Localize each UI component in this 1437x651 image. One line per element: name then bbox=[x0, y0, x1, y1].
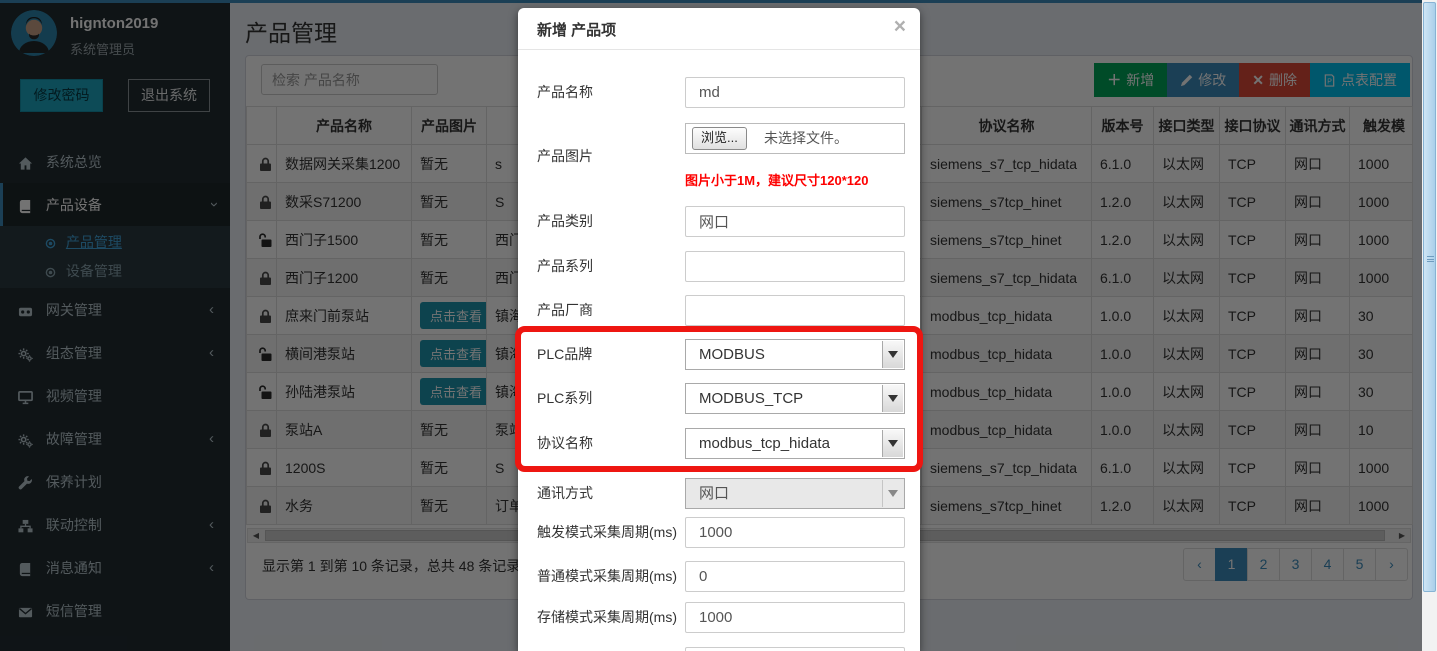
field-label: 触发模式采集周期(ms) bbox=[537, 517, 677, 548]
product-series-input[interactable] bbox=[685, 251, 905, 282]
field-label: 普通模式采集周期(ms) bbox=[537, 561, 677, 592]
scrollbar-grip-icon bbox=[1427, 256, 1434, 262]
dropdown-arrow-icon[interactable] bbox=[882, 480, 903, 507]
vertical-scrollbar[interactable] bbox=[1422, 0, 1437, 651]
comm-mode-select: 网口 bbox=[685, 478, 905, 509]
browse-button[interactable]: 浏览... bbox=[692, 127, 747, 150]
field-label: 产品图片 bbox=[537, 141, 593, 172]
field-label: 存储模式采集周期(ms) bbox=[537, 602, 677, 633]
normal-period-input[interactable] bbox=[685, 561, 905, 592]
product-name-input[interactable] bbox=[685, 77, 905, 108]
file-status-text: 未选择文件。 bbox=[764, 124, 848, 153]
product-image-file-input: 浏览... 未选择文件。 bbox=[685, 123, 905, 154]
trigger-period-input[interactable] bbox=[685, 517, 905, 548]
vertical-scrollbar-thumb[interactable] bbox=[1423, 2, 1436, 592]
field-label: 产品名称 bbox=[537, 77, 593, 108]
field-label: 产品类别 bbox=[537, 206, 593, 237]
storage-period-input[interactable] bbox=[685, 602, 905, 633]
image-size-hint: 图片小于1M，建议尺寸120*120 bbox=[685, 170, 869, 189]
red-highlight-annotation bbox=[515, 326, 923, 472]
product-vendor-input[interactable] bbox=[685, 295, 905, 326]
app-root: hignton2019 系统管理员 修改密码 退出系统 系统总览 产品设备 › … bbox=[0, 0, 1437, 651]
field-label: 通讯方式 bbox=[537, 478, 593, 509]
extra-field-input[interactable] bbox=[685, 647, 905, 651]
field-label: 产品厂商 bbox=[537, 295, 593, 326]
field-label: 产品系列 bbox=[537, 251, 593, 282]
product-category-input[interactable] bbox=[685, 206, 905, 237]
